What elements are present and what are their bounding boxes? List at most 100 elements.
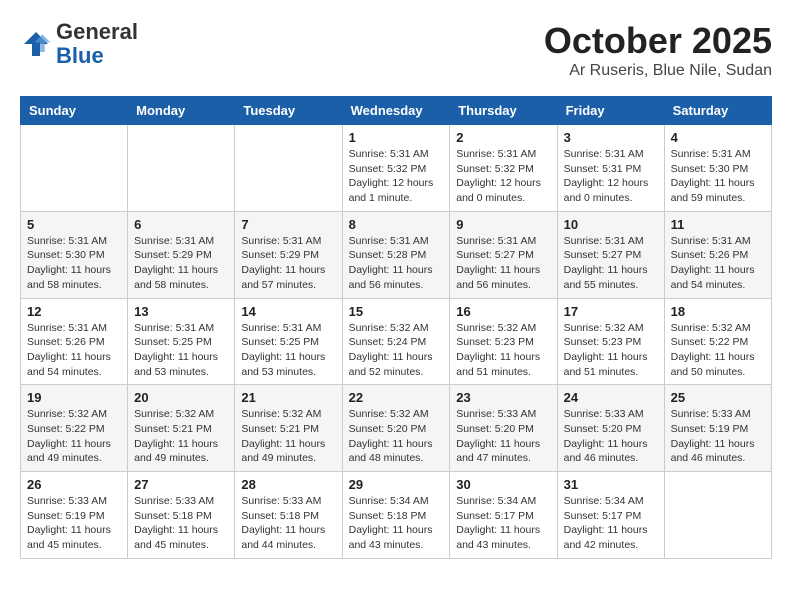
calendar-cell: 24Sunrise: 5:33 AM Sunset: 5:20 PM Dayli…: [557, 385, 664, 472]
day-info: Sunrise: 5:32 AM Sunset: 5:23 PM Dayligh…: [564, 321, 658, 380]
calendar-cell: 2 Sunrise: 5:31 AM Sunset: 5:32 PM Daylig…: [450, 125, 557, 212]
day-info: Sunrise: 5:34 AM Sunset: 5:17 PM Dayligh…: [564, 494, 658, 553]
day-info: Sunrise: 5:33 AM Sunset: 5:18 PM Dayligh…: [241, 494, 335, 553]
day-info: Sunrise: 5:31 AM Sunset: 5:28 PM Dayligh…: [349, 234, 444, 293]
calendar-week-2: 5 Sunrise: 5:31 AM Sunset: 5:30 PM Daylig…: [21, 211, 772, 298]
calendar-cell: 12 Sunrise: 5:31 AM Sunset: 5:26 PM Dayli…: [21, 298, 128, 385]
day-number: 17: [564, 304, 658, 319]
day-info: Sunrise: 5:32 AM Sunset: 5:21 PM Dayligh…: [241, 407, 335, 466]
day-info: Sunrise: 5:31 AM Sunset: 5:32 PM Dayligh…: [456, 147, 550, 206]
calendar-cell: 7 Sunrise: 5:31 AM Sunset: 5:29 PM Daylig…: [235, 211, 342, 298]
day-number: 3: [564, 130, 658, 145]
calendar-cell: 15Sunrise: 5:32 AM Sunset: 5:24 PM Dayli…: [342, 298, 450, 385]
calendar-cell: 28 Sunrise: 5:33 AM Sunset: 5:18 PM Dayli…: [235, 472, 342, 559]
column-header-saturday: Saturday: [664, 97, 771, 125]
calendar-cell: 13Sunrise: 5:31 AM Sunset: 5:25 PM Dayli…: [128, 298, 235, 385]
day-info: Sunrise: 5:32 AM Sunset: 5:21 PM Dayligh…: [134, 407, 228, 466]
calendar-cell: 1 Sunrise: 5:31 AM Sunset: 5:32 PM Daylig…: [342, 125, 450, 212]
calendar-week-5: 26 Sunrise: 5:33 AM Sunset: 5:19 PM Dayli…: [21, 472, 772, 559]
logo: General Blue: [20, 20, 138, 68]
column-header-thursday: Thursday: [450, 97, 557, 125]
day-number: 8: [349, 217, 444, 232]
day-info: Sunrise: 5:33 AM Sunset: 5:20 PM Dayligh…: [456, 407, 550, 466]
day-number: 24: [564, 390, 658, 405]
day-number: 14: [241, 304, 335, 319]
calendar-cell: 27Sunrise: 5:33 AM Sunset: 5:18 PM Dayli…: [128, 472, 235, 559]
day-number: 12: [27, 304, 121, 319]
calendar-cell: 30 Sunrise: 5:34 AM Sunset: 5:17 PM Dayli…: [450, 472, 557, 559]
day-number: 31: [564, 477, 658, 492]
day-number: 16: [456, 304, 550, 319]
day-number: 28: [241, 477, 335, 492]
day-number: 20: [134, 390, 228, 405]
day-info: Sunrise: 5:33 AM Sunset: 5:19 PM Dayligh…: [27, 494, 121, 553]
calendar-header-row: SundayMondayTuesdayWednesdayThursdayFrid…: [21, 97, 772, 125]
calendar-cell: 9 Sunrise: 5:31 AM Sunset: 5:27 PM Daylig…: [450, 211, 557, 298]
day-number: 19: [27, 390, 121, 405]
calendar-cell: 16 Sunrise: 5:32 AM Sunset: 5:23 PM Dayli…: [450, 298, 557, 385]
calendar-cell: 6 Sunrise: 5:31 AM Sunset: 5:29 PM Daylig…: [128, 211, 235, 298]
day-number: 18: [671, 304, 765, 319]
day-info: Sunrise: 5:31 AM Sunset: 5:27 PM Dayligh…: [564, 234, 658, 293]
calendar-week-3: 12 Sunrise: 5:31 AM Sunset: 5:26 PM Dayli…: [21, 298, 772, 385]
day-number: 26: [27, 477, 121, 492]
day-number: 5: [27, 217, 121, 232]
day-info: Sunrise: 5:32 AM Sunset: 5:20 PM Dayligh…: [349, 407, 444, 466]
day-info: Sunrise: 5:31 AM Sunset: 5:26 PM Dayligh…: [27, 321, 121, 380]
day-info: Sunrise: 5:31 AM Sunset: 5:30 PM Dayligh…: [671, 147, 765, 206]
day-number: 4: [671, 130, 765, 145]
calendar-cell: 11Sunrise: 5:31 AM Sunset: 5:26 PM Dayli…: [664, 211, 771, 298]
calendar-cell: 5 Sunrise: 5:31 AM Sunset: 5:30 PM Daylig…: [21, 211, 128, 298]
calendar-cell: [21, 125, 128, 212]
day-number: 29: [349, 477, 444, 492]
page-header: General Blue October 2025 Ar Ruseris, Bl…: [20, 20, 772, 80]
day-number: 2: [456, 130, 550, 145]
logo-general-text: General: [56, 19, 138, 44]
day-number: 11: [671, 217, 765, 232]
calendar-cell: 8 Sunrise: 5:31 AM Sunset: 5:28 PM Daylig…: [342, 211, 450, 298]
day-number: 9: [456, 217, 550, 232]
calendar-cell: [128, 125, 235, 212]
day-info: Sunrise: 5:31 AM Sunset: 5:29 PM Dayligh…: [241, 234, 335, 293]
calendar-cell: 3 Sunrise: 5:31 AM Sunset: 5:31 PM Daylig…: [557, 125, 664, 212]
day-info: Sunrise: 5:31 AM Sunset: 5:32 PM Dayligh…: [349, 147, 444, 206]
calendar-cell: 31 Sunrise: 5:34 AM Sunset: 5:17 PM Dayli…: [557, 472, 664, 559]
column-header-friday: Friday: [557, 97, 664, 125]
calendar-cell: 26 Sunrise: 5:33 AM Sunset: 5:19 PM Dayli…: [21, 472, 128, 559]
day-info: Sunrise: 5:31 AM Sunset: 5:31 PM Dayligh…: [564, 147, 658, 206]
day-info: Sunrise: 5:34 AM Sunset: 5:18 PM Dayligh…: [349, 494, 444, 553]
month-title: October 2025: [544, 20, 772, 62]
day-number: 1: [349, 130, 444, 145]
calendar-cell: 4 Sunrise: 5:31 AM Sunset: 5:30 PM Daylig…: [664, 125, 771, 212]
day-info: Sunrise: 5:31 AM Sunset: 5:29 PM Dayligh…: [134, 234, 228, 293]
day-info: Sunrise: 5:32 AM Sunset: 5:22 PM Dayligh…: [671, 321, 765, 380]
calendar-cell: 22 Sunrise: 5:32 AM Sunset: 5:20 PM Dayli…: [342, 385, 450, 472]
day-number: 13: [134, 304, 228, 319]
day-number: 23: [456, 390, 550, 405]
day-info: Sunrise: 5:34 AM Sunset: 5:17 PM Dayligh…: [456, 494, 550, 553]
day-info: Sunrise: 5:32 AM Sunset: 5:23 PM Dayligh…: [456, 321, 550, 380]
calendar-cell: 23 Sunrise: 5:33 AM Sunset: 5:20 PM Dayli…: [450, 385, 557, 472]
calendar-week-1: 1 Sunrise: 5:31 AM Sunset: 5:32 PM Daylig…: [21, 125, 772, 212]
day-number: 6: [134, 217, 228, 232]
calendar-cell: 29 Sunrise: 5:34 AM Sunset: 5:18 PM Dayli…: [342, 472, 450, 559]
logo-icon: [20, 28, 52, 60]
day-info: Sunrise: 5:31 AM Sunset: 5:30 PM Dayligh…: [27, 234, 121, 293]
calendar-cell: [235, 125, 342, 212]
day-number: 25: [671, 390, 765, 405]
day-info: Sunrise: 5:33 AM Sunset: 5:18 PM Dayligh…: [134, 494, 228, 553]
day-info: Sunrise: 5:31 AM Sunset: 5:25 PM Dayligh…: [241, 321, 335, 380]
column-header-tuesday: Tuesday: [235, 97, 342, 125]
day-number: 22: [349, 390, 444, 405]
day-number: 15: [349, 304, 444, 319]
day-info: Sunrise: 5:31 AM Sunset: 5:27 PM Dayligh…: [456, 234, 550, 293]
logo-blue-text: Blue: [56, 43, 104, 68]
title-block: October 2025 Ar Ruseris, Blue Nile, Suda…: [544, 20, 772, 80]
day-number: 30: [456, 477, 550, 492]
day-number: 21: [241, 390, 335, 405]
day-info: Sunrise: 5:33 AM Sunset: 5:19 PM Dayligh…: [671, 407, 765, 466]
column-header-monday: Monday: [128, 97, 235, 125]
day-number: 7: [241, 217, 335, 232]
column-header-wednesday: Wednesday: [342, 97, 450, 125]
calendar-table: SundayMondayTuesdayWednesdayThursdayFrid…: [20, 96, 772, 559]
